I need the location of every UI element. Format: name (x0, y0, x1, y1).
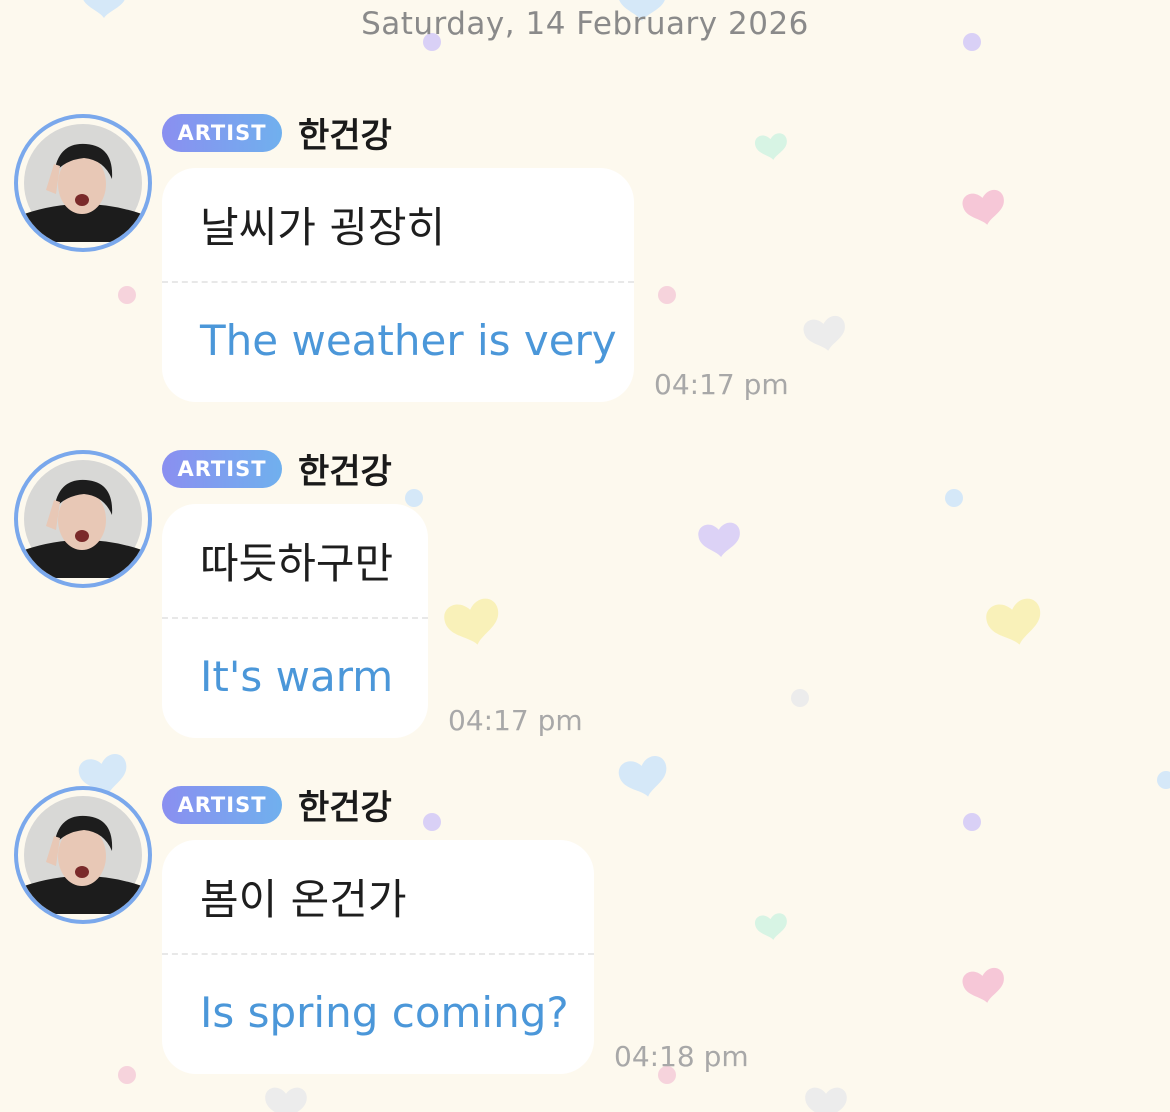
avatar[interactable] (14, 114, 152, 252)
user-avatar-icon (24, 124, 142, 242)
avatar[interactable] (14, 786, 152, 924)
message-timestamp: 04:17 pm (448, 704, 583, 737)
message-translation: The weather is very (200, 316, 617, 365)
message-translation: Is spring coming? (200, 988, 569, 1037)
author-name[interactable]: 한건강 (298, 444, 392, 493)
divider (162, 281, 634, 283)
message-text: 날씨가 굉장히 (200, 203, 446, 252)
divider (162, 953, 594, 955)
message-bubble[interactable]: 봄이 온건가 Is spring coming? (162, 840, 594, 1074)
date-separator: Saturday, 14 February 2026 (361, 6, 809, 42)
artist-badge: ARTIST (162, 114, 282, 152)
message-translation: It's warm (200, 652, 394, 701)
message-bubble[interactable]: 따듯하구만 It's warm (162, 504, 428, 738)
author-name[interactable]: 한건강 (298, 780, 392, 829)
user-avatar-icon (24, 460, 142, 578)
author-name[interactable]: 한건강 (298, 108, 392, 157)
user-avatar-icon (24, 796, 142, 914)
message-bubble[interactable]: 날씨가 굉장히 The weather is very (162, 168, 634, 402)
artist-badge: ARTIST (162, 450, 282, 488)
divider (162, 617, 428, 619)
avatar[interactable] (14, 450, 152, 588)
message-timestamp: 04:18 pm (614, 1040, 749, 1073)
message-text: 따듯하구만 (200, 539, 394, 588)
message-timestamp: 04:17 pm (654, 368, 789, 401)
message-text: 봄이 온건가 (200, 875, 407, 924)
artist-badge: ARTIST (162, 786, 282, 824)
